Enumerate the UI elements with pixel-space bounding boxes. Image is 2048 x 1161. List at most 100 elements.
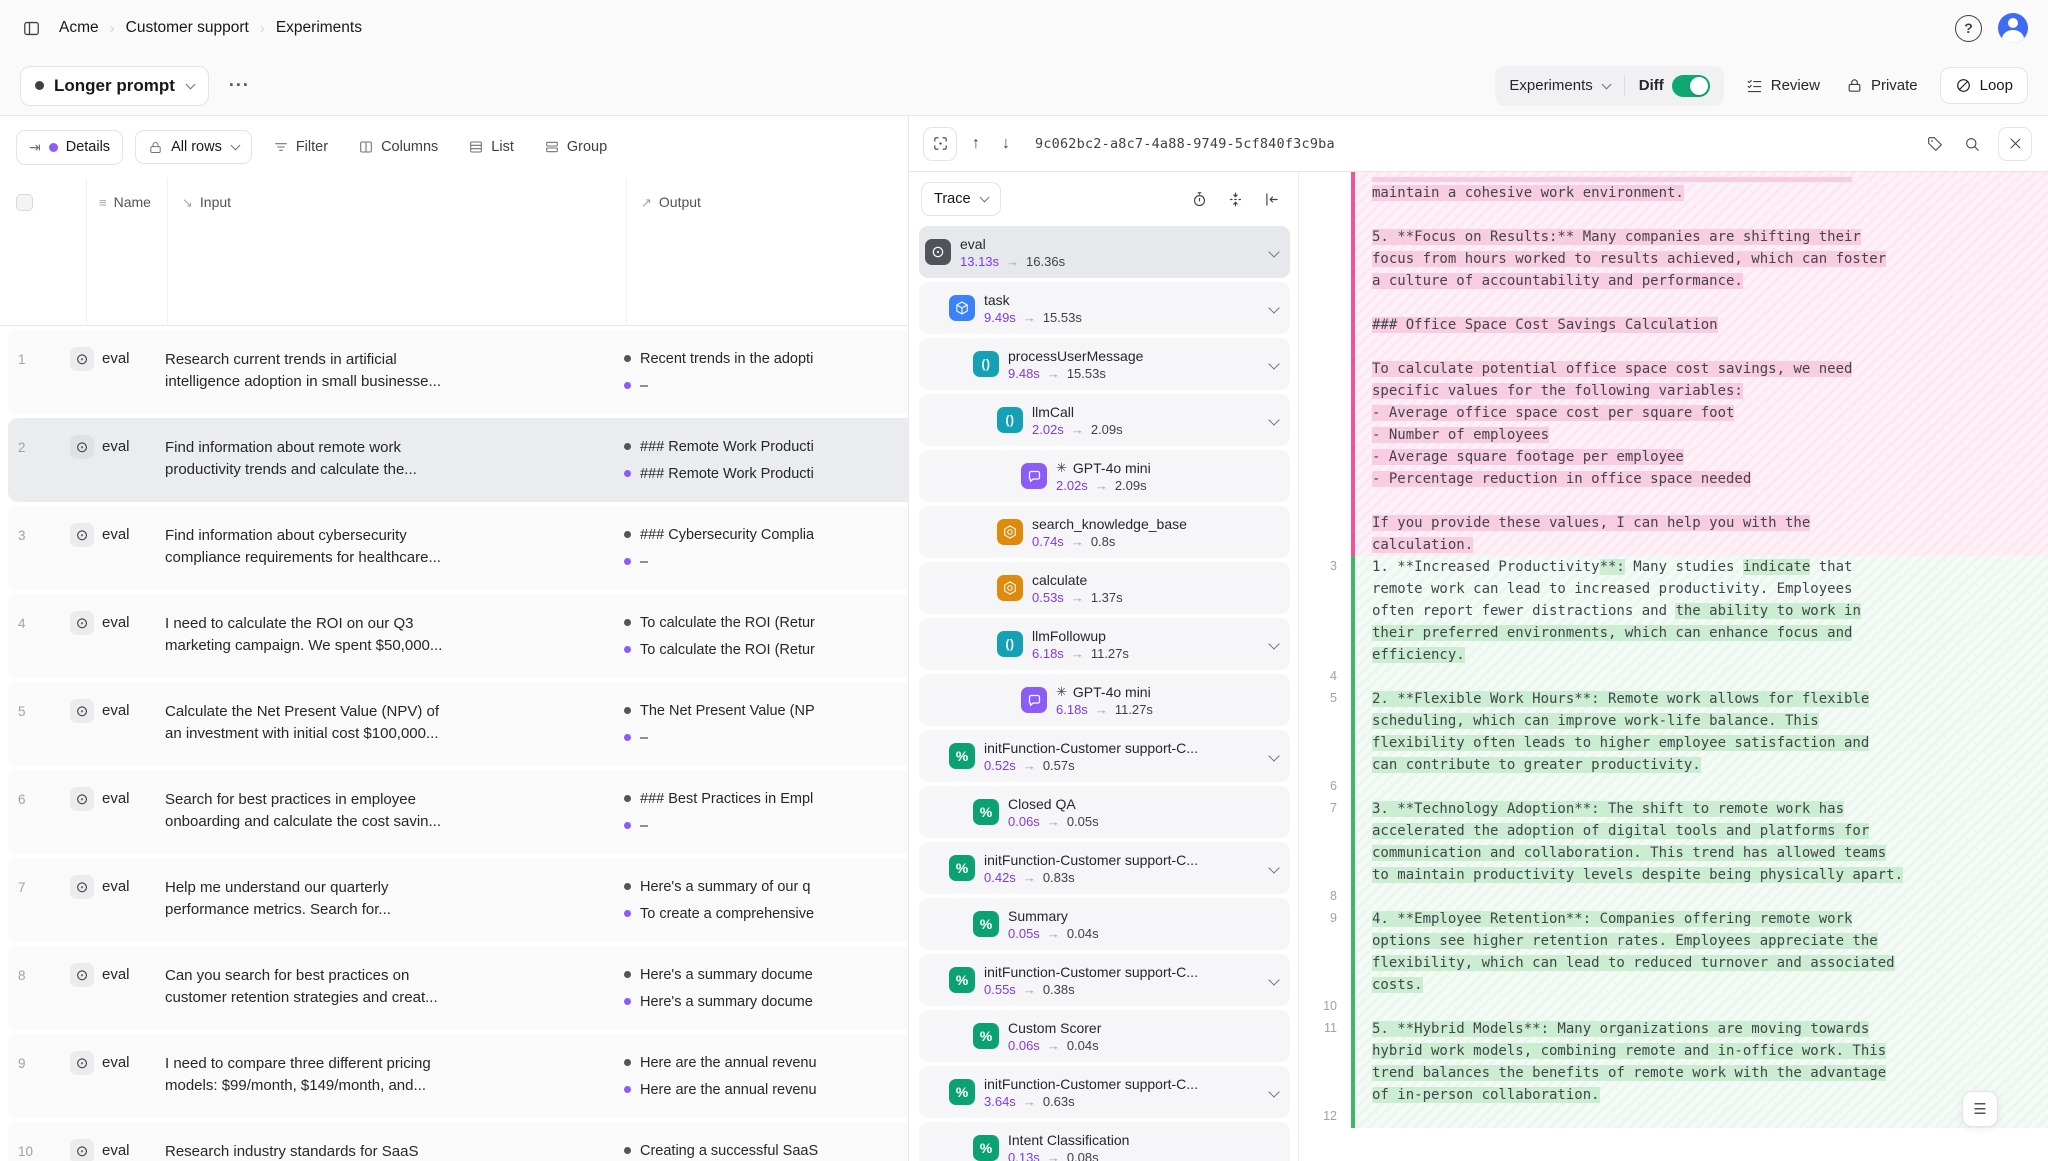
trace-span-row[interactable]: task9.49s→15.53s <box>919 282 1290 334</box>
table-row[interactable]: 6⊙evalSearch for best practices in emplo… <box>8 770 908 854</box>
diff-line-removed: specific values for the following variab… <box>1299 380 2048 402</box>
collapse-pane-button[interactable] <box>1261 189 1282 210</box>
timing-toggle-button[interactable] <box>1189 189 1210 210</box>
row-number: 8 <box>8 946 70 1030</box>
breadcrumb-org[interactable]: Acme <box>59 19 99 37</box>
details-button[interactable]: ⇥ Details <box>16 130 123 165</box>
row-output-cell: ### Cybersecurity Complia– <box>610 506 908 590</box>
row-name-cell: ⊙eval <box>70 770 151 854</box>
trace-span-row[interactable]: ✳GPT-4o mini2.02s→2.09s <box>919 450 1290 502</box>
view-selector-dropdown[interactable]: Experiments <box>1495 66 1623 106</box>
comparison-duration: 0.57s <box>1043 758 1075 773</box>
diff-viewer: maintain a cohesive work environment.5. … <box>1299 172 2048 1161</box>
text-wrap-menu-button[interactable]: ☰ <box>1962 1091 1998 1127</box>
diff-text-line: focus from hours worked to results achie… <box>1355 248 2048 270</box>
review-button[interactable]: Review <box>1742 71 1824 100</box>
select-all-checkbox[interactable] <box>16 194 33 211</box>
span-info: ✳GPT-4o mini2.02s→2.09s <box>1056 460 1278 493</box>
help-button[interactable]: ? <box>1955 15 1982 42</box>
trace-span-row[interactable]: %Custom Scorer0.06s→0.04s <box>919 1010 1290 1062</box>
close-panel-button[interactable] <box>1998 127 2032 161</box>
comparison-experiment-dot <box>624 707 631 714</box>
columns-button[interactable]: Columns <box>349 131 447 163</box>
eval-icon: ⊙ <box>70 787 94 811</box>
current-duration: 2.02s <box>1032 422 1064 437</box>
current-experiment-dot <box>624 998 631 1005</box>
current-duration: 0.05s <box>1008 926 1040 941</box>
changed-text: of in-person collaboration. <box>1372 1087 1600 1103</box>
trace-span-row[interactable]: ✳GPT-4o mini6.18s→11.27s <box>919 674 1290 726</box>
group-button[interactable]: Group <box>535 131 616 163</box>
current-duration: 0.55s <box>984 982 1016 997</box>
collapse-all-button[interactable] <box>1225 189 1246 210</box>
output-text: To calculate the ROI (Retur <box>640 615 815 631</box>
avatar[interactable] <box>1998 13 2028 43</box>
changed-text: scheduling, which can improve work-life … <box>1372 713 1819 729</box>
trace-span-row[interactable]: %Intent Classification0.13s→0.08s <box>919 1122 1290 1161</box>
trace-span-row[interactable]: ()llmCall2.02s→2.09s <box>919 394 1290 446</box>
line-number <box>1299 358 1351 380</box>
row-filter-dropdown[interactable]: All rows <box>135 130 252 164</box>
privacy-button[interactable]: Private <box>1842 71 1922 100</box>
list-view-button[interactable]: List <box>459 131 523 163</box>
row-number: 5 <box>8 682 70 766</box>
experiment-selector[interactable]: Longer prompt <box>20 66 209 106</box>
trace-span-row[interactable]: %initFunction-Customer support-C...0.52s… <box>919 730 1290 782</box>
output-text: – <box>640 554 648 570</box>
output-line: Here's a summary docume <box>624 988 908 1015</box>
table-row[interactable]: 2⊙evalFind information about remote work… <box>8 418 908 502</box>
more-options-button[interactable]: ··· <box>223 71 256 100</box>
column-header-input[interactable]: ↘ Input <box>167 178 626 325</box>
row-number: 7 <box>8 858 70 942</box>
scorer-span-icon: % <box>973 911 999 937</box>
eval-icon: ⊙ <box>70 1139 94 1161</box>
previous-row-button[interactable]: ↑ <box>965 131 987 157</box>
focus-row-button[interactable] <box>923 127 957 161</box>
trace-span-row[interactable]: %initFunction-Customer support-C...0.42s… <box>919 842 1290 894</box>
chevron-down-icon <box>1268 750 1279 761</box>
table-row[interactable]: 8⊙evalCan you search for best practices … <box>8 946 908 1030</box>
diff-toggle[interactable] <box>1672 75 1710 97</box>
trace-span-row[interactable]: ()processUserMessage9.48s→15.53s <box>919 338 1290 390</box>
trace-span-row[interactable]: search_knowledge_base0.74s→0.8s <box>919 506 1290 558</box>
trace-span-row[interactable]: %initFunction-Customer support-C...3.64s… <box>919 1066 1290 1118</box>
trace-span-row[interactable]: ()llmFollowup6.18s→11.27s <box>919 618 1290 670</box>
table-row[interactable]: 10⊙evalResearch industry standards for S… <box>8 1122 908 1161</box>
table-row[interactable]: 4⊙evalI need to calculate the ROI on our… <box>8 594 908 678</box>
trace-span-row[interactable]: calculate0.53s→1.37s <box>919 562 1290 614</box>
arrow-icon: → <box>1071 422 1084 437</box>
breadcrumb-section[interactable]: Experiments <box>276 19 362 37</box>
table-row[interactable]: 3⊙evalFind information about cybersecuri… <box>8 506 908 590</box>
chevron-down-icon <box>1268 974 1279 985</box>
view-selector-label: Experiments <box>1509 77 1592 94</box>
filter-button[interactable]: Filter <box>264 131 337 163</box>
table-row[interactable]: 1⊙evalResearch current trends in artific… <box>8 330 908 414</box>
sidebar-toggle-button[interactable] <box>20 17 43 40</box>
span-name: Summary <box>1008 908 1278 924</box>
span-info: Intent Classification0.13s→0.08s <box>1008 1132 1278 1161</box>
arrow-icon: → <box>1023 870 1036 885</box>
column-header-output[interactable]: ↗ Output <box>626 178 908 325</box>
tag-button[interactable] <box>1924 133 1946 155</box>
changed-text: If you provide these values, I can help … <box>1372 515 1810 531</box>
loop-button[interactable]: Loop <box>1940 67 2028 104</box>
openai-logo-icon: ✳ <box>1056 460 1067 476</box>
search-button[interactable] <box>1961 133 1983 155</box>
span-durations: 9.48s→15.53s <box>1008 366 1262 381</box>
output-text: To create a comprehensive <box>640 906 814 922</box>
trace-span-row[interactable]: ⊙eval13.13s→16.36s <box>919 226 1290 278</box>
table-row[interactable]: 5⊙evalCalculate the Net Present Value (N… <box>8 682 908 766</box>
table-row[interactable]: 7⊙evalHelp me understand our quarterlype… <box>8 858 908 942</box>
diff-text-line <box>1355 1106 2048 1128</box>
table-row[interactable]: 9⊙evalI need to compare three different … <box>8 1034 908 1118</box>
row-input-cell: Calculate the Net Present Value (NPV) of… <box>151 682 610 766</box>
next-row-button[interactable]: ↓ <box>995 131 1017 157</box>
row-number: 10 <box>8 1122 70 1161</box>
trace-view-dropdown[interactable]: Trace <box>921 182 1001 216</box>
trace-span-row[interactable]: %initFunction-Customer support-C...0.55s… <box>919 954 1290 1006</box>
trace-span-row[interactable]: %Closed QA0.06s→0.05s <box>919 786 1290 838</box>
breadcrumb-project[interactable]: Customer support <box>126 19 249 37</box>
arrow-icon: → <box>1047 1150 1060 1161</box>
column-header-name[interactable]: ≡ Name <box>86 178 167 325</box>
trace-span-row[interactable]: %Summary0.05s→0.04s <box>919 898 1290 950</box>
